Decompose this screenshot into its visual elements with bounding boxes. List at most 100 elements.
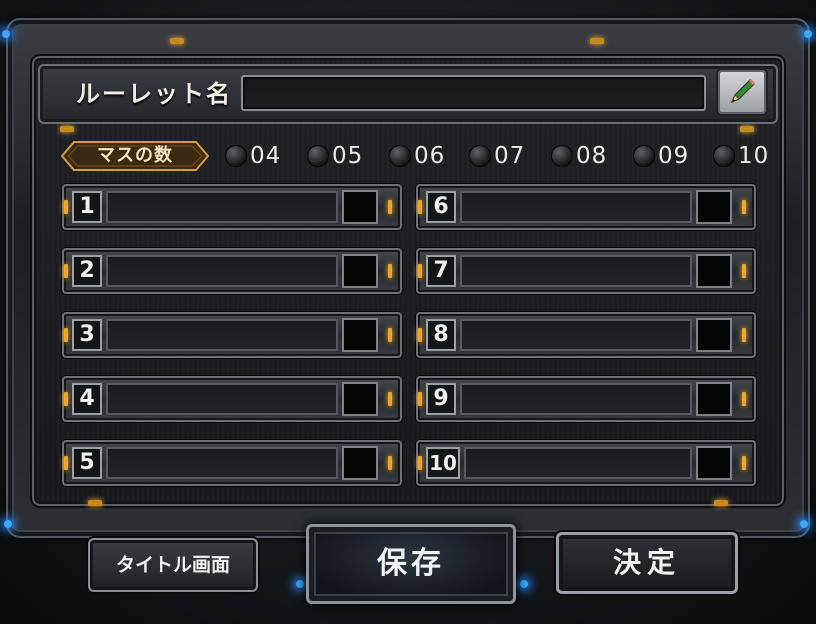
count-option-09[interactable]: 09 [634,142,689,170]
count-option-08[interactable]: 08 [552,142,607,170]
slot-number: 2 [72,255,102,287]
slot-row-2: 2 [62,248,402,294]
count-option-10[interactable]: 10 [714,142,769,170]
slot-row-3: 3 [62,312,402,358]
radio-dot-icon [226,146,246,166]
slot-color-swatch[interactable] [696,382,732,416]
blue-light [296,580,304,588]
amber-led [418,328,422,342]
count-option-05[interactable]: 05 [308,142,363,170]
slot-color-swatch[interactable] [342,446,378,480]
slot-number: 5 [72,447,102,479]
amber-light [88,500,102,506]
slot-color-swatch[interactable] [342,318,378,352]
blue-light [2,30,10,38]
amber-light [714,500,728,506]
count-option-06[interactable]: 06 [390,142,445,170]
amber-led [64,328,68,342]
radio-dot-icon [470,146,490,166]
roulette-name-label: ルーレット名 [76,80,232,108]
radio-dot-icon [714,146,734,166]
amber-led [418,200,422,214]
count-option-label: 09 [658,143,690,169]
slot-color-swatch[interactable] [342,190,378,224]
edit-name-button[interactable] [718,70,766,114]
blue-light [800,520,808,528]
amber-led [388,456,392,470]
cell-count-label: マスの数 [97,145,173,166]
slot-color-swatch[interactable] [696,190,732,224]
roulette-editor-screen: ルーレット名 マスの数 04 05 06 07 08 09 10 1 2 3 4… [0,0,816,624]
count-option-07[interactable]: 07 [470,142,525,170]
slot-text-field[interactable] [460,191,692,223]
radio-dot-icon [308,146,328,166]
blue-light [4,520,12,528]
slot-color-swatch[interactable] [342,254,378,288]
count-option-label: 05 [332,143,364,169]
slot-text-field[interactable] [460,319,692,351]
slot-text-field[interactable] [106,383,338,415]
count-option-label: 10 [738,143,770,169]
amber-led [742,264,746,278]
slot-text-field[interactable] [460,255,692,287]
slot-text-field[interactable] [464,447,692,479]
radio-dot-icon [552,146,572,166]
amber-led [418,456,422,470]
amber-led [388,392,392,406]
slot-color-swatch[interactable] [696,446,732,480]
amber-led [742,456,746,470]
roulette-name-input[interactable] [241,75,706,111]
slot-row-9: 9 [416,376,756,422]
count-option-04[interactable]: 04 [226,142,281,170]
radio-dot-icon [390,146,410,166]
slot-row-1: 1 [62,184,402,230]
slot-number: 9 [426,383,456,415]
confirm-button[interactable]: 決定 [556,532,738,594]
amber-led [64,200,68,214]
slot-row-7: 7 [416,248,756,294]
slot-text-field[interactable] [106,447,338,479]
slot-color-swatch[interactable] [342,382,378,416]
slot-text-field[interactable] [106,191,338,223]
blue-light [520,580,528,588]
slot-row-4: 4 [62,376,402,422]
slot-text-field[interactable] [106,319,338,351]
slot-row-6: 6 [416,184,756,230]
amber-led [64,392,68,406]
amber-led [418,264,422,278]
slot-text-field[interactable] [460,383,692,415]
slot-number: 3 [72,319,102,351]
amber-led [418,392,422,406]
amber-led [64,264,68,278]
amber-led [388,264,392,278]
slot-color-swatch[interactable] [696,318,732,352]
amber-led [742,328,746,342]
slot-number: 10 [426,447,460,479]
count-option-label: 04 [250,143,282,169]
amber-light [170,38,184,44]
save-button[interactable]: 保存 [306,524,516,604]
radio-dot-icon [634,146,654,166]
slot-number: 1 [72,191,102,223]
count-option-label: 06 [414,143,446,169]
pencil-icon [730,78,756,104]
count-option-label: 08 [576,143,608,169]
blue-light [804,30,812,38]
slot-number: 8 [426,319,456,351]
slot-row-10: 10 [416,440,756,486]
slot-color-swatch[interactable] [696,254,732,288]
amber-light [60,126,74,132]
slot-number: 6 [426,191,456,223]
slot-number: 7 [426,255,456,287]
amber-light [590,38,604,44]
amber-led [388,328,392,342]
slot-text-field[interactable] [106,255,338,287]
amber-led [742,392,746,406]
count-option-label: 07 [494,143,526,169]
amber-light [740,126,754,132]
amber-led [64,456,68,470]
amber-led [742,200,746,214]
title-screen-button[interactable]: タイトル画面 [88,538,258,592]
slot-row-8: 8 [416,312,756,358]
slot-row-5: 5 [62,440,402,486]
